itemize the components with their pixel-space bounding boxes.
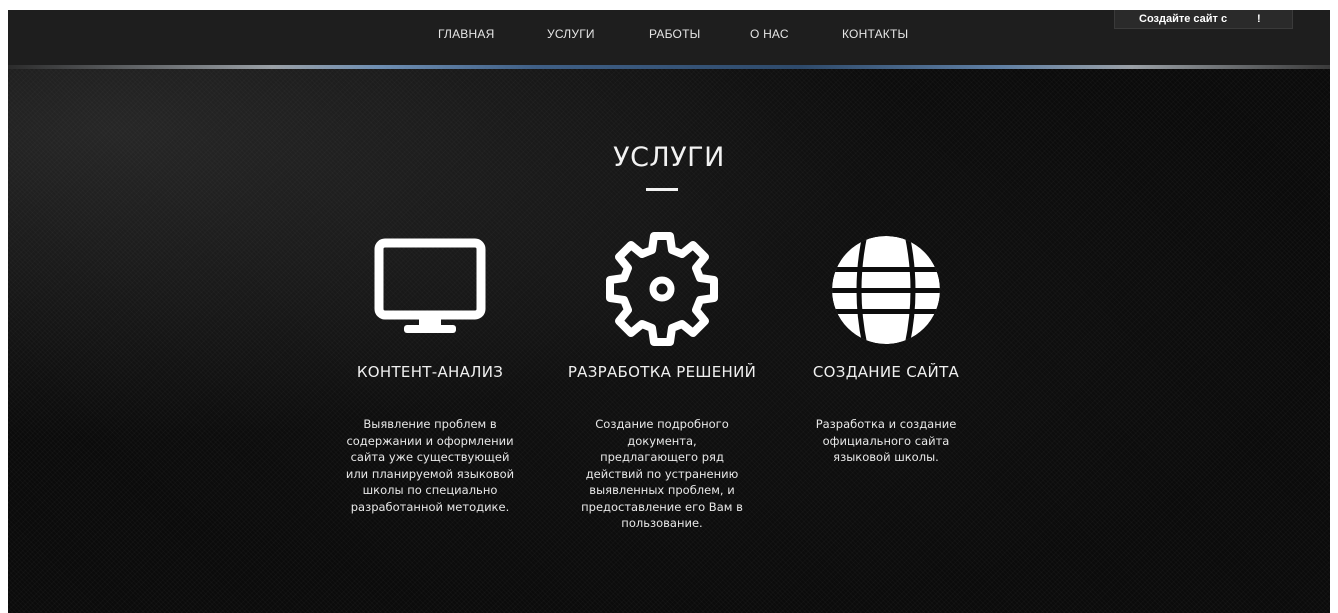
- title-underline: [646, 188, 678, 191]
- nav-item-home[interactable]: ГЛАВНАЯ: [438, 27, 494, 41]
- create-site-label: Создайте сайт с: [1139, 13, 1228, 25]
- service-description: Разработка и создание официального сайта…: [815, 417, 957, 464]
- header-banner-strip: [8, 65, 1330, 69]
- service-description: Создание подробного документа, предлагаю…: [581, 417, 743, 530]
- top-navbar: ГЛАВНАЯ УСЛУГИ РАБОТЫ О НАС КОНТАКТЫ Соз…: [8, 10, 1330, 65]
- service-description: Выявление проблем в содержании и оформле…: [345, 417, 515, 514]
- nav-item-services[interactable]: УСЛУГИ: [547, 27, 595, 41]
- nav-menu: ГЛАВНАЯ УСЛУГИ РАБОТЫ О НАС КОНТАКТЫ: [8, 27, 1330, 47]
- page-frame: ГЛАВНАЯ УСЛУГИ РАБОТЫ О НАС КОНТАКТЫ Соз…: [8, 10, 1330, 613]
- create-site-badge[interactable]: Создайте сайт с !: [1114, 10, 1293, 29]
- service-title: КОНТЕНТ-АНАЛИЗ: [356, 363, 504, 381]
- service-title: СОЗДАНИЕ САЙТА: [812, 363, 960, 381]
- nav-item-works[interactable]: РАБОТЫ: [649, 27, 700, 41]
- service-title: РАЗРАБОТКА РЕШЕНИЙ: [567, 363, 757, 381]
- section-title: УСЛУГИ: [613, 142, 725, 173]
- nav-item-about[interactable]: О НАС: [750, 27, 789, 41]
- gear-icon: [602, 230, 722, 350]
- monitor-icon: [370, 230, 490, 350]
- create-site-suffix: !: [1257, 13, 1261, 25]
- nav-item-contacts[interactable]: КОНТАКТЫ: [842, 27, 908, 41]
- globe-icon: [826, 230, 946, 350]
